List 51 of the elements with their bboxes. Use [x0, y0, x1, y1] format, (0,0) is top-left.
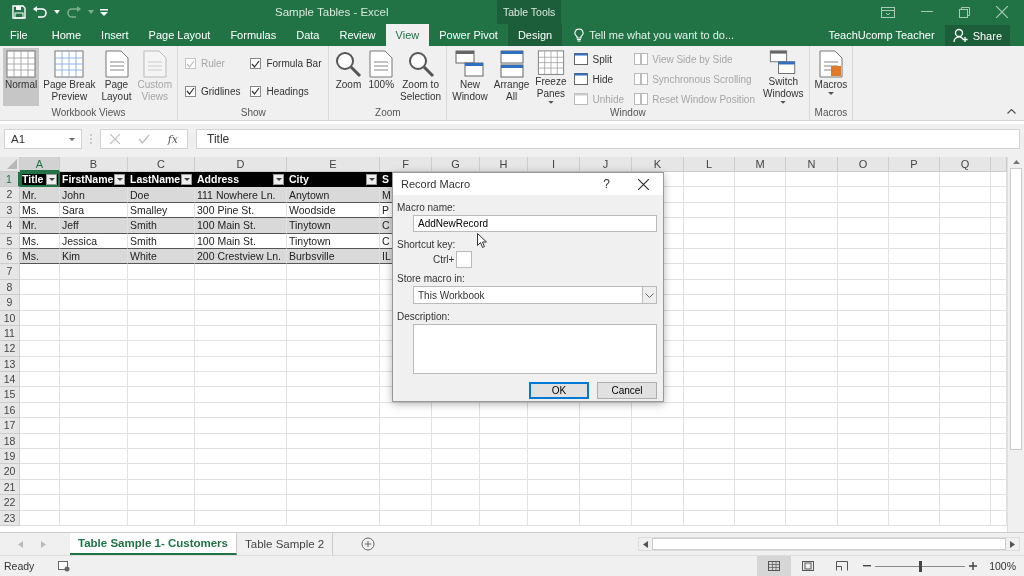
table-cell: Tinytown — [289, 234, 331, 247]
table-cell: Mr. — [22, 188, 37, 201]
status-text: Ready — [4, 560, 35, 572]
table-cell: Smalley — [130, 203, 168, 216]
table-cell: Mr. — [22, 219, 37, 232]
table-cell: Smith — [130, 219, 157, 232]
table-header-cell: Address — [197, 173, 239, 186]
field-label: Description: — [397, 311, 450, 322]
table-cell: 200 Crestview Ln. — [197, 250, 282, 263]
table-cell: John — [62, 188, 85, 201]
table-header-cell: FirstName — [62, 173, 114, 186]
table-cell: Woodside — [289, 203, 336, 216]
table-cell: Ms. — [22, 234, 39, 247]
table-cell: IL — [382, 250, 391, 263]
table-cell: C — [382, 234, 390, 247]
table-cell: M — [382, 188, 391, 201]
table-cell: P — [382, 203, 389, 216]
ctrl-label: Ctrl+ — [433, 254, 455, 265]
table-cell: Ms. — [22, 203, 39, 216]
table-cell: Jeff — [62, 219, 79, 232]
table-header-cell: LastName — [130, 173, 181, 186]
table-header-cell: City — [289, 173, 309, 186]
table-cell: C — [382, 219, 390, 232]
table-cell: Kim — [62, 250, 81, 263]
dialog-title: Record Macro — [401, 178, 471, 190]
group-label: Workbook Views — [50, 107, 127, 120]
table-cell: 100 Main St. — [197, 219, 256, 232]
table-cell: White — [130, 250, 157, 263]
table-cell: Sara — [62, 203, 85, 216]
group-label: Show — [239, 107, 267, 120]
field-label: Store macro in: — [397, 273, 465, 284]
table-cell: 300 Pine St. — [197, 203, 255, 216]
group-label: Window — [609, 107, 647, 120]
window-title: Sample Tables - Excel — [274, 6, 390, 18]
table-cell: Jessica — [62, 234, 97, 247]
table-cell: 100 Main St. — [197, 234, 256, 247]
table-cell: Tinytown — [289, 219, 331, 232]
field-label: Macro name: — [397, 202, 456, 213]
table-cell: Anytown — [289, 188, 330, 201]
table-cell: Ms. — [22, 250, 39, 263]
table-header-cell: S — [382, 173, 389, 186]
table-cell: Doe — [130, 188, 150, 201]
contextual-tab-label: Table Tools — [497, 0, 562, 24]
table-cell: Burbsville — [289, 250, 335, 263]
group-label: Zoom — [374, 107, 402, 120]
table-cell: 111 Nowhere Ln. — [197, 188, 276, 201]
user-name: TeachUcomp Teacher — [828, 28, 935, 43]
table-cell: Smith — [130, 234, 157, 247]
group-label: Macros — [813, 107, 849, 120]
field-label: Shortcut key: — [397, 239, 456, 250]
table-header-cell: Title — [22, 173, 44, 186]
